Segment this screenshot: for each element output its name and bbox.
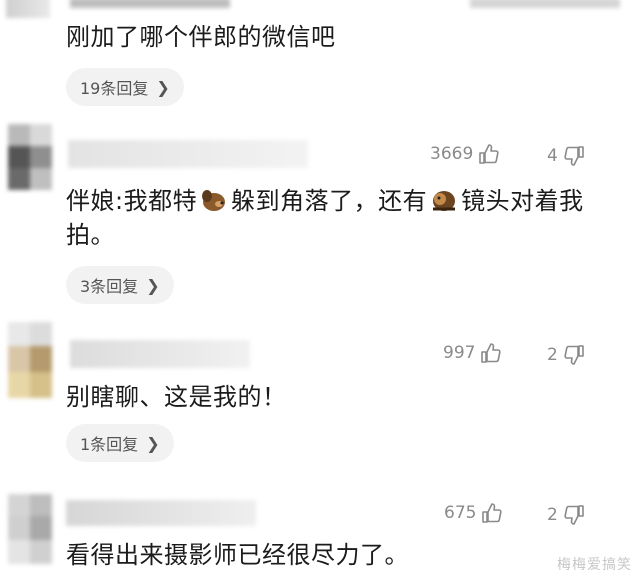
dislike-stat-3[interactable]: 2 xyxy=(547,344,585,366)
comment-text-1: 刚加了哪个伴郎的微信吧 xyxy=(66,23,336,51)
comment-text-2: 伴娘:我都特 躲到角落了，还有 镜头对着我 拍。 xyxy=(66,187,584,249)
dog-emoji xyxy=(202,190,226,211)
thumbs-up-icon[interactable] xyxy=(478,143,500,165)
replies-button-2[interactable]: 3条回复 ❯ xyxy=(66,266,174,304)
dislike-stat-4[interactable]: 2 xyxy=(547,504,585,526)
comment-text-4: 看得出来摄影师已经很尽力了。 xyxy=(66,541,409,569)
replies-count: 3条回复 xyxy=(80,277,139,296)
like-stat-4[interactable]: 675 xyxy=(444,502,503,524)
stats-blurred xyxy=(470,0,620,8)
avatar[interactable] xyxy=(8,322,52,398)
comment-text-3: 别瞎聊、这是我的！ xyxy=(66,383,287,411)
chevron-right-icon: ❯ xyxy=(156,77,170,97)
username-blurred xyxy=(68,140,308,168)
username-blurred xyxy=(66,500,256,526)
chevron-right-icon: ❯ xyxy=(146,433,160,453)
thumbs-up-icon[interactable] xyxy=(481,502,503,524)
watermark: 梅梅爱搞笑 xyxy=(557,557,632,573)
thumbs-down-icon[interactable] xyxy=(563,344,585,366)
dog-emoji xyxy=(433,191,456,211)
username-blurred xyxy=(70,340,250,368)
like-stat-2[interactable]: 3669 xyxy=(430,143,500,165)
thumbs-down-icon[interactable] xyxy=(563,504,585,526)
avatar[interactable] xyxy=(6,0,50,18)
replies-count: 1条回复 xyxy=(80,435,139,454)
avatar[interactable] xyxy=(8,494,52,564)
avatar[interactable] xyxy=(8,124,52,190)
replies-count: 19条回复 xyxy=(80,79,149,98)
thumbs-down-icon[interactable] xyxy=(563,145,585,167)
thumbs-up-icon[interactable] xyxy=(480,342,502,364)
username-blurred xyxy=(70,0,230,8)
replies-button-3[interactable]: 1条回复 ❯ xyxy=(66,424,174,462)
replies-button-1[interactable]: 19条回复 ❯ xyxy=(66,68,184,106)
chevron-right-icon: ❯ xyxy=(146,275,160,295)
like-stat-3[interactable]: 997 xyxy=(443,342,502,364)
dislike-stat-2[interactable]: 4 xyxy=(547,145,585,167)
